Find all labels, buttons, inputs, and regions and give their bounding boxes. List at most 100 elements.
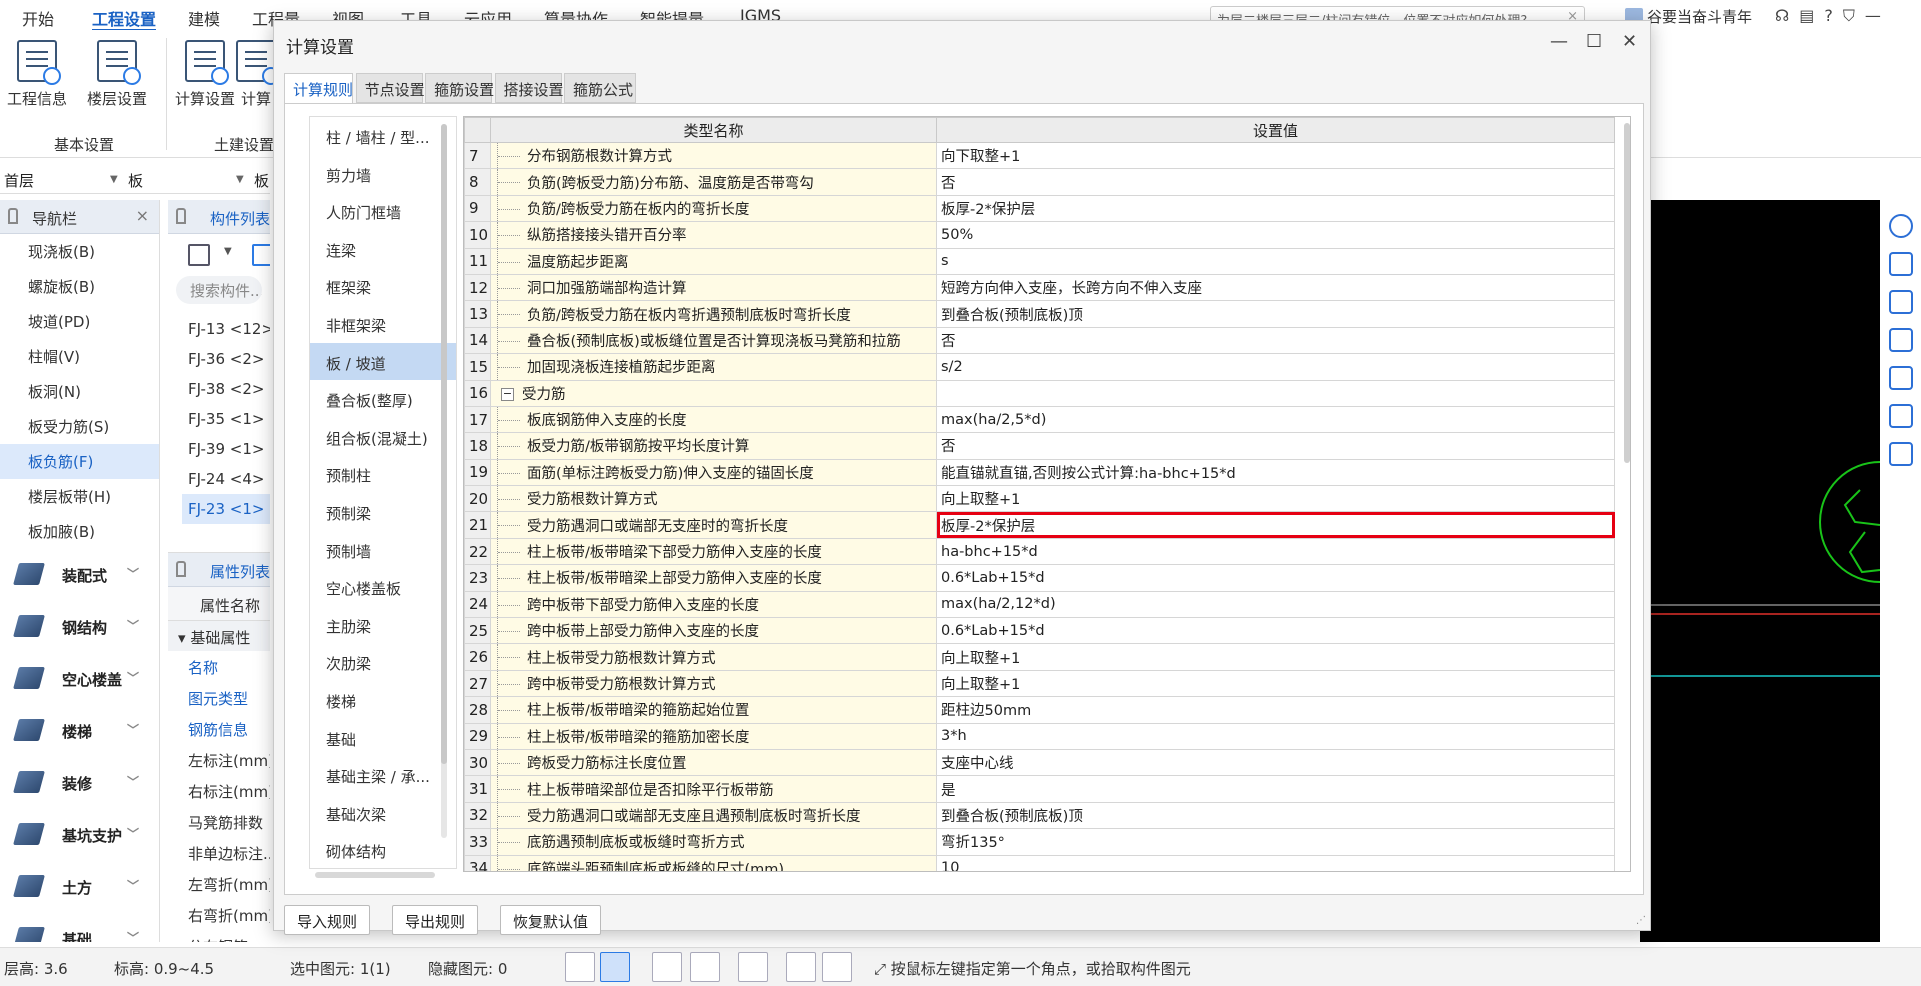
chevron-down-icon[interactable]: ﹀ — [127, 565, 139, 582]
menu-2[interactable]: 建模 — [188, 6, 220, 30]
nav-group[interactable]: 钢结构 ﹀ — [0, 601, 159, 653]
calendar-icon[interactable]: ▤ — [1799, 6, 1814, 26]
property-row[interactable]: 右标注(mm) — [168, 775, 270, 806]
arc-toggle[interactable] — [822, 952, 852, 982]
property-row[interactable]: 非单边标注... — [168, 837, 270, 868]
tab-4[interactable]: 箍筋公式 — [564, 73, 636, 103]
table-row[interactable]: 31 柱上板带暗梁部位是否扣除平行板带筋 是 — [464, 775, 1615, 803]
maximize-icon[interactable]: ☐ — [1586, 31, 1602, 52]
resize-grip-icon[interactable]: ⋰ — [1636, 915, 1646, 926]
properties-group[interactable]: ▾ 基础属性 — [168, 621, 270, 651]
category-item[interactable]: 预制梁 — [310, 493, 456, 531]
table-row[interactable]: 16− 受力筋 — [464, 379, 1615, 407]
property-row[interactable]: 分布钢筋 — [168, 930, 270, 942]
scrollbar-thumb[interactable] — [1624, 123, 1630, 463]
category-item[interactable]: 基础 — [310, 719, 456, 757]
row-value[interactable]: 0.6*Lab+15*d — [936, 617, 1615, 645]
cube-view-icon[interactable] — [1888, 290, 1913, 314]
copy-component-icon[interactable] — [252, 244, 270, 266]
list-item[interactable]: FJ-39 <1> — [168, 434, 270, 464]
table-row[interactable]: 17 板底钢筋伸入支座的长度 max(ha/2,5*d) — [464, 405, 1615, 434]
table-row[interactable]: 20 受力筋根数计算方式 向上取整+1 — [464, 485, 1615, 513]
highlighted-value-cell[interactable]: 板厚-2*保护层 — [936, 511, 1615, 539]
category-hscrollbar[interactable] — [315, 872, 435, 878]
table-row[interactable]: 25 跨中板带上部受力筋伸入支座的长度 0.6*Lab+15*d — [464, 617, 1615, 645]
row-value[interactable]: 距柱边50mm — [936, 696, 1615, 724]
cross-select-toggle[interactable] — [652, 952, 682, 982]
row-value[interactable]: max(ha/2,12*d) — [936, 590, 1615, 619]
tab-2[interactable]: 箍筋设置 — [425, 73, 494, 103]
property-row[interactable]: 马凳筋排数 — [168, 806, 270, 837]
category-item[interactable]: 预制墙 — [310, 531, 456, 569]
nav-item[interactable]: 楼层板带(H) — [0, 479, 159, 514]
category-item[interactable]: 非框架梁 — [310, 305, 456, 343]
nav-item[interactable]: 螺旋板(B) — [0, 269, 159, 304]
table-row[interactable]: 13 负筋/跨板受力筋在板内弯折遇预制底板时弯折长度 到叠合板(预制底板)顶 — [464, 300, 1615, 328]
table-row[interactable]: 29 柱上板带/板带暗梁的箍筋加密长度 3*h — [464, 722, 1615, 750]
layer-icon[interactable] — [1888, 404, 1913, 428]
category-item[interactable]: 剪力墙 — [310, 155, 456, 193]
table-row[interactable]: 23 柱上板带/板带暗梁上部受力筋伸入支座的长度 0.6*Lab+15*d — [464, 564, 1615, 592]
pin-icon[interactable] — [176, 561, 186, 577]
help-icon[interactable]: ? — [1824, 6, 1833, 26]
category-item[interactable]: 框架梁 — [310, 267, 456, 305]
row-value[interactable]: 到叠合板(预制底板)顶 — [936, 300, 1615, 328]
nav-item[interactable]: 现浇板(B) — [0, 234, 159, 269]
table-row[interactable]: 28 柱上板带/板带暗梁的箍筋起始位置 距柱边50mm — [464, 696, 1615, 724]
property-row[interactable]: 图元类型 — [168, 682, 270, 713]
category-item[interactable]: 叠合板(整厚) — [310, 380, 456, 418]
category-item[interactable]: 砌体结构 — [310, 831, 456, 868]
row-value[interactable] — [936, 379, 1615, 407]
calc-button[interactable]: 计算 — [236, 40, 276, 109]
category-item[interactable]: 连梁 — [310, 230, 456, 268]
tab-3[interactable]: 搭接设置 — [494, 73, 564, 103]
chevron-down-icon[interactable]: ﹀ — [127, 929, 139, 942]
table-row[interactable]: 8 负筋(跨板受力筋)分布筋、温度筋是否带弯勾 否 — [464, 168, 1615, 196]
snap-toggle[interactable] — [786, 952, 816, 982]
list-item[interactable]: FJ-24 <4> — [168, 464, 270, 494]
property-row[interactable]: 右弯折(mm) — [168, 899, 270, 930]
table-row[interactable]: 11 温度筋起步距离 s — [464, 247, 1615, 275]
row-value[interactable]: 否 — [936, 432, 1615, 460]
table-row[interactable]: 10 纵筋搭接接头错开百分率 50% — [464, 221, 1615, 249]
nav-group[interactable]: 基坑支护 ﹀ — [0, 809, 159, 861]
table-scrollbar[interactable] — [1624, 117, 1630, 857]
shaded-cube-icon[interactable] — [1888, 328, 1913, 352]
scrollbar-thumb[interactable] — [441, 124, 447, 764]
row-value[interactable]: 50% — [936, 221, 1615, 249]
chevron-down-icon[interactable]: ﹀ — [127, 669, 139, 686]
list-item[interactable]: FJ-23 <1> — [182, 494, 270, 524]
table-row[interactable]: 26 柱上板带受力筋根数计算方式 向上取整+1 — [464, 643, 1615, 671]
list-item[interactable]: FJ-36 <2> — [168, 344, 270, 374]
category-item[interactable]: 预制柱 — [310, 455, 456, 493]
nav-item[interactable]: 板加腋(B) — [0, 514, 159, 549]
new-component-icon[interactable] — [188, 244, 210, 266]
row-value[interactable]: 短跨方向伸入支座，长跨方向不伸入支座 — [936, 273, 1615, 302]
close-icon[interactable]: ✕ — [1622, 31, 1637, 52]
nav-item[interactable]: 板负筋(F) — [0, 444, 159, 479]
row-value[interactable]: 3*h — [936, 722, 1615, 750]
table-row[interactable]: 27 跨中板带受力筋根数计算方式 向上取整+1 — [464, 669, 1615, 698]
list-item[interactable]: FJ-35 <1> — [168, 404, 270, 434]
tab-0[interactable]: 计算规则 — [284, 73, 354, 104]
ortho-toggle[interactable] — [565, 952, 595, 982]
nav-group[interactable]: 装修 ﹀ — [0, 757, 159, 809]
floor-select[interactable]: 首层 — [4, 170, 34, 191]
table-row[interactable]: 12 洞口加强筋端部构造计算 短跨方向伸入支座，长跨方向不伸入支座 — [464, 273, 1615, 302]
chevron-down-icon[interactable]: ▼ — [110, 174, 118, 185]
calc-settings-button[interactable]: 计算设置 — [170, 40, 240, 109]
row-value[interactable]: 0.6*Lab+15*d — [936, 564, 1615, 592]
headset-icon[interactable]: ☊ — [1775, 6, 1789, 26]
property-row[interactable]: 钢筋信息 — [168, 713, 270, 744]
category-item[interactable]: 板 / 坡道 — [310, 342, 456, 381]
table-row[interactable]: 34 底筋端头距预制底板或板缝的尺寸(mm) 10 — [464, 854, 1615, 871]
chevron-down-icon[interactable]: ▼ — [236, 174, 244, 185]
category-item[interactable]: 空心楼盖板 — [310, 568, 456, 606]
row-value[interactable]: 向上取整+1 — [936, 643, 1615, 671]
table-row[interactable]: 14 叠合板(预制底板)或板缝位置是否计算现浇板马凳筋和拉筋 否 — [464, 326, 1615, 355]
row-value[interactable]: 向下取整+1 — [936, 141, 1615, 170]
nav-group[interactable]: 楼梯 ﹀ — [0, 705, 159, 757]
table-row[interactable]: 33 底筋遇预制底板或板缝时弯折方式 弯折135° — [464, 828, 1615, 856]
list-item[interactable]: FJ-38 <2> — [168, 374, 270, 404]
row-value[interactable]: 到叠合板(预制底板)顶 — [936, 801, 1615, 830]
